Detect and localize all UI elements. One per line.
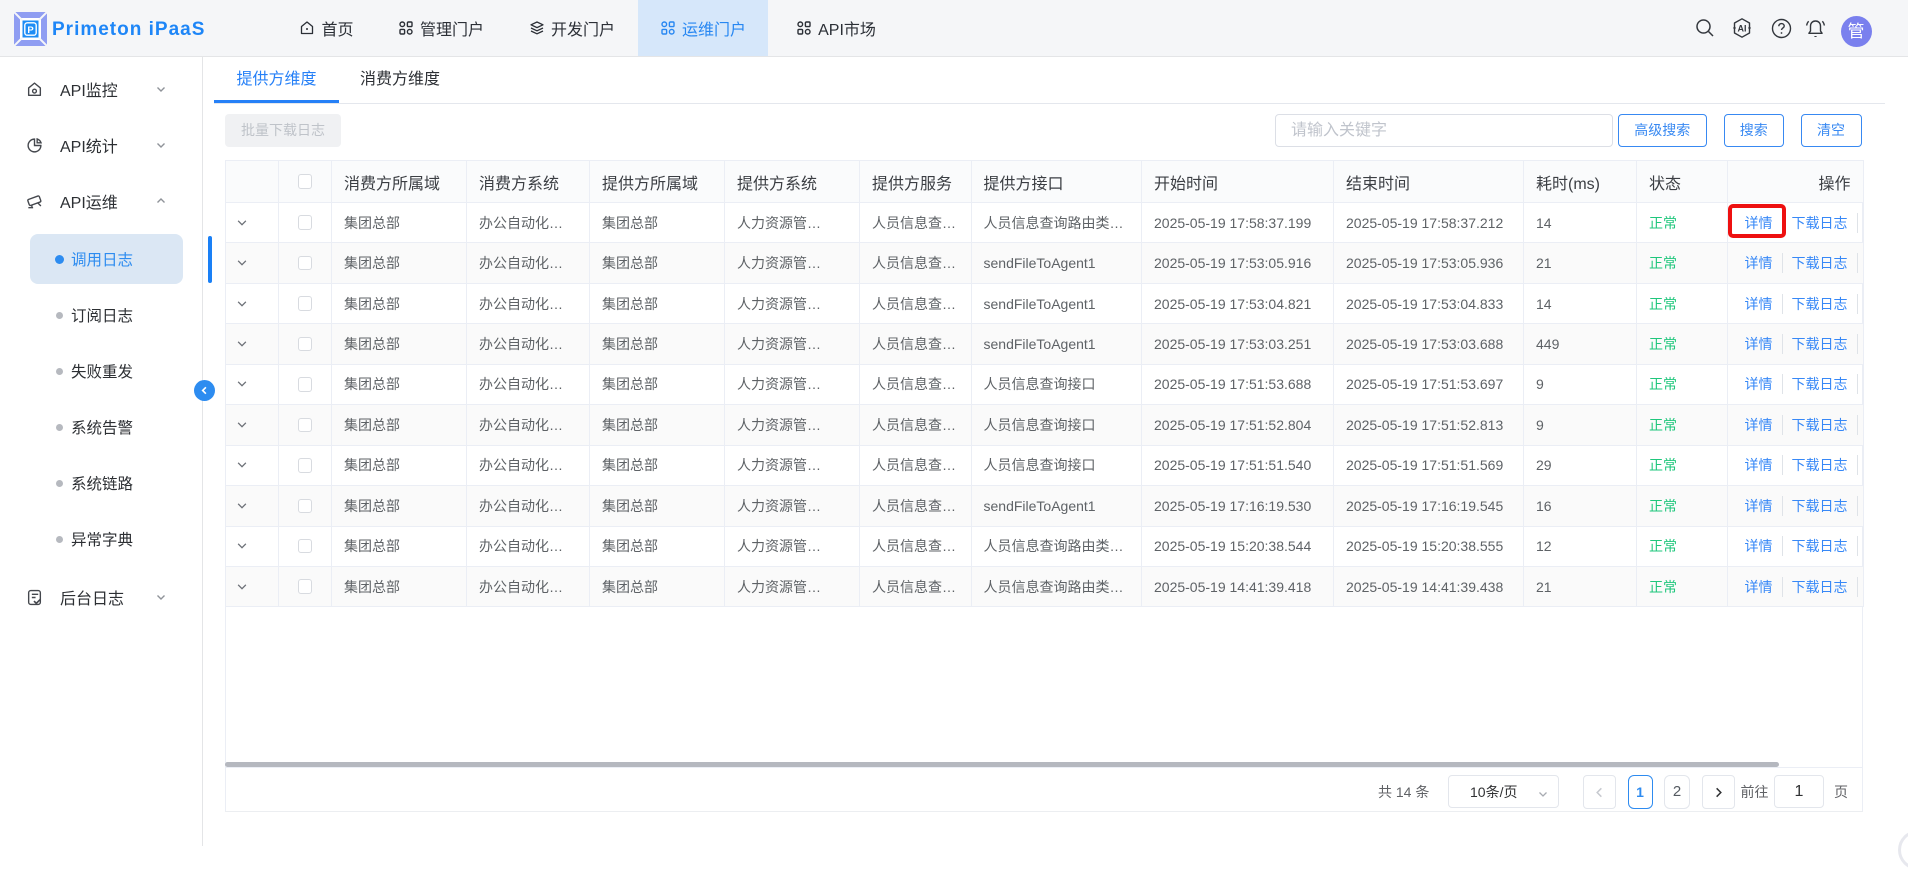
svg-text:AI: AI — [1738, 24, 1747, 34]
svg-text:P: P — [27, 25, 34, 36]
